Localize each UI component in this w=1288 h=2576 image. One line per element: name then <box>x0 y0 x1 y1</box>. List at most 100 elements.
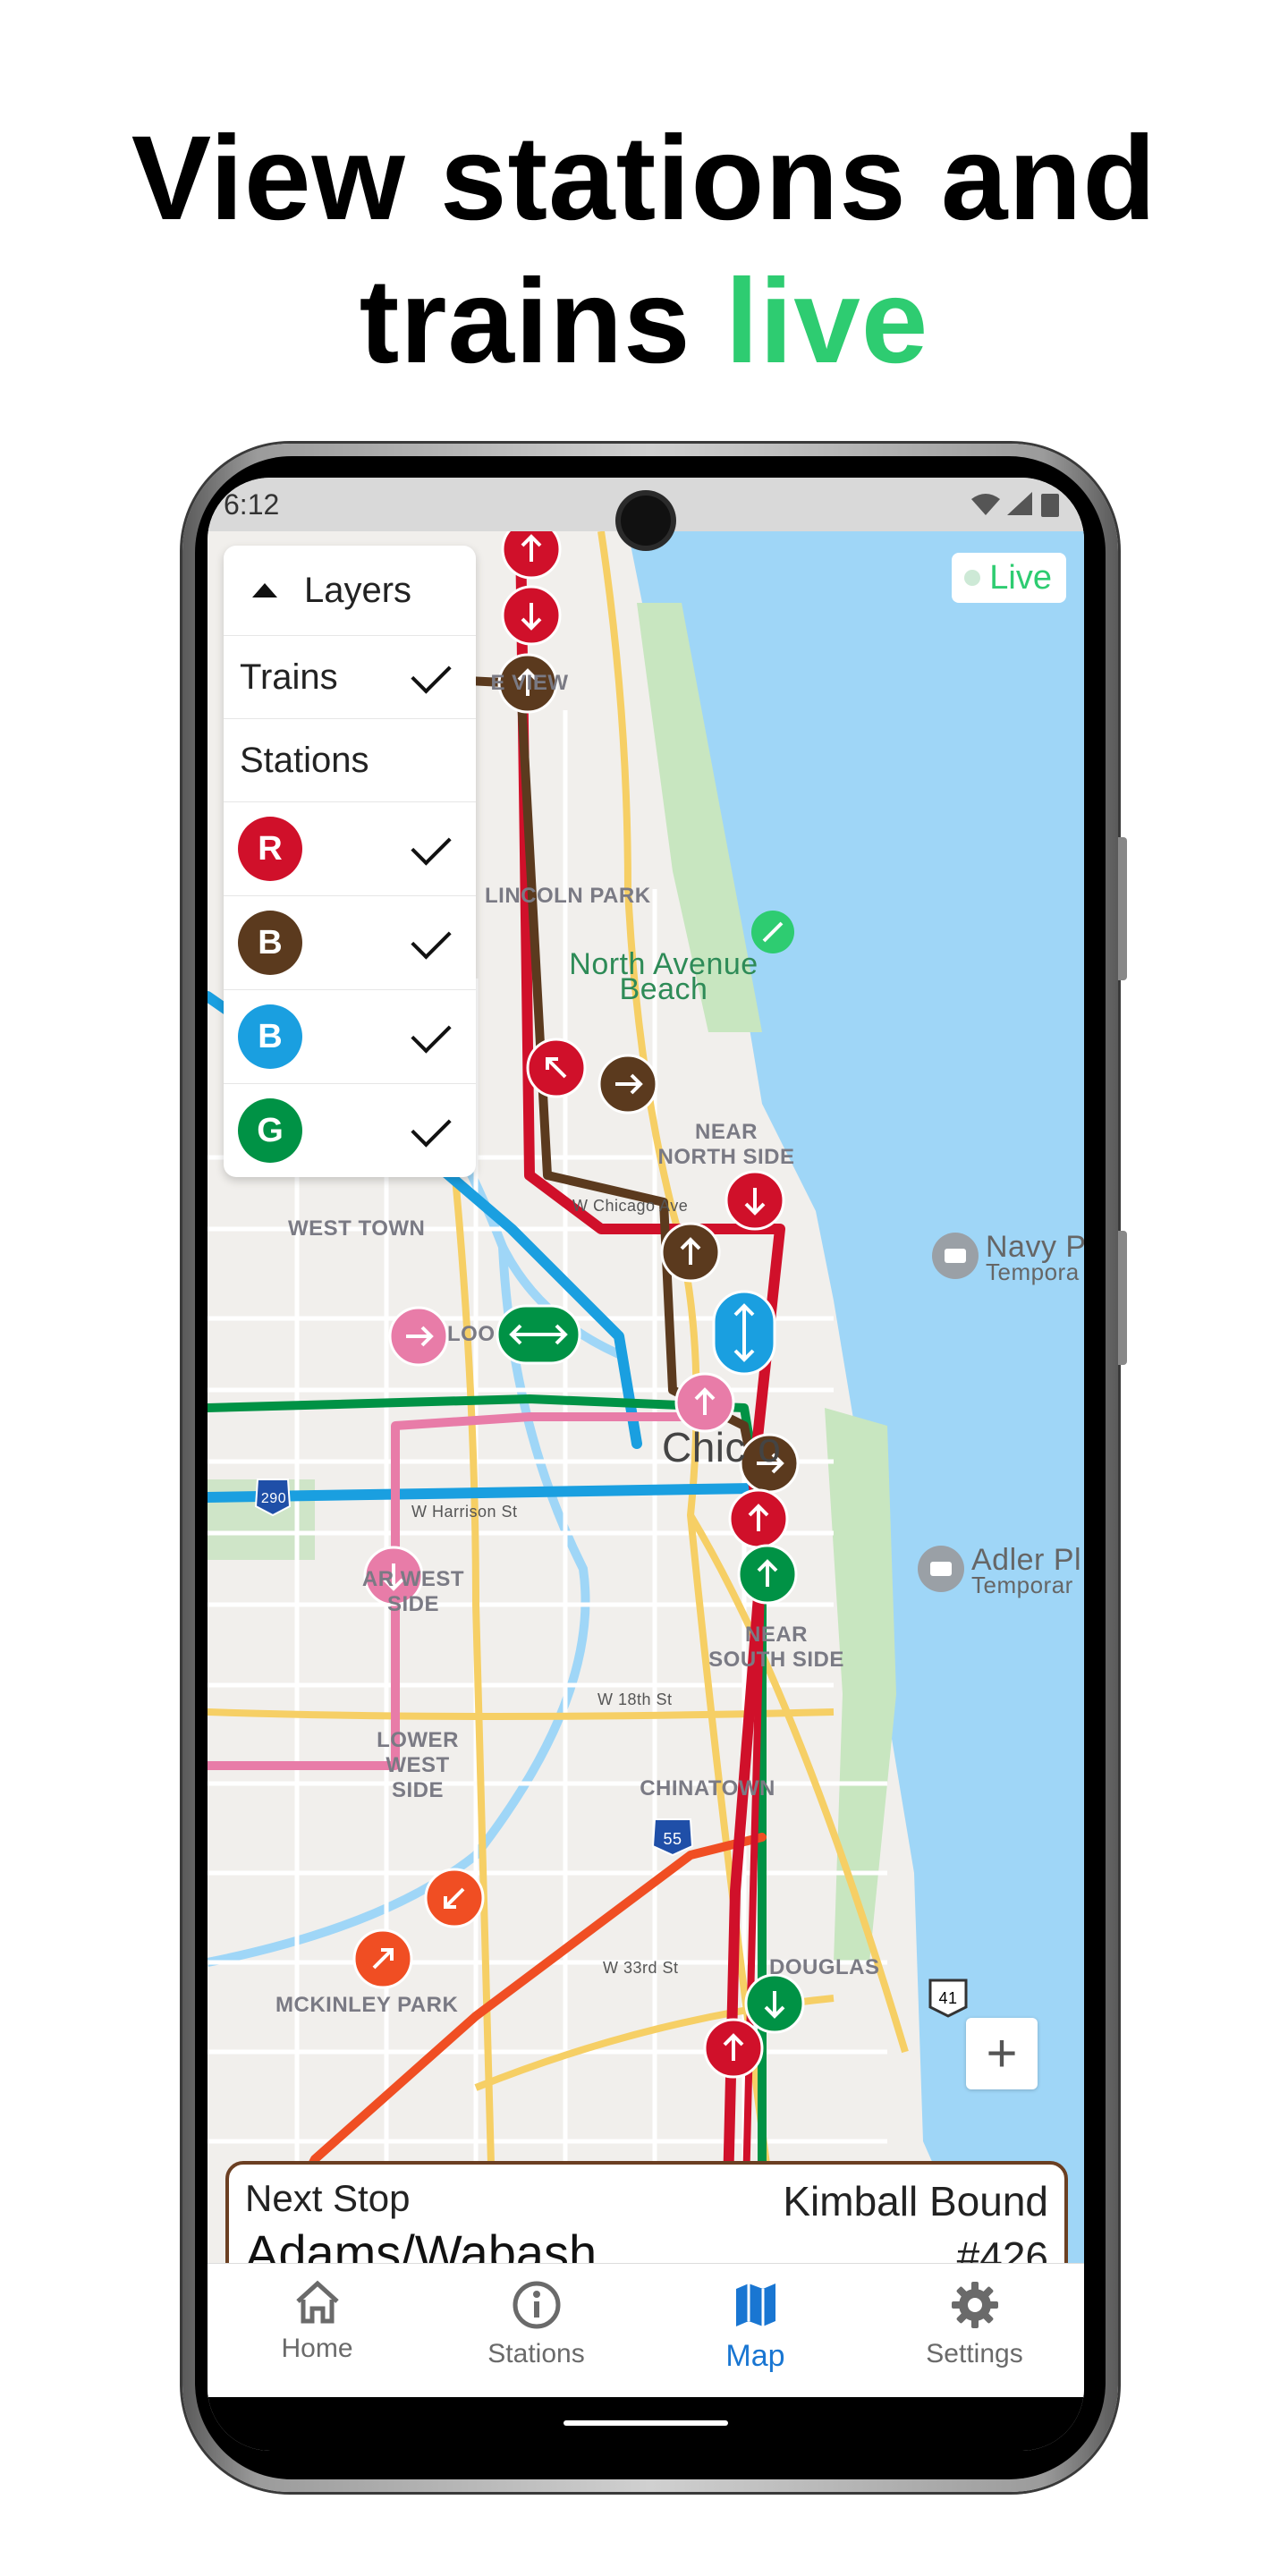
map-label-chicago: Chic o <box>662 1424 782 1470</box>
nav-settings[interactable]: Settings <box>865 2264 1084 2398</box>
zoom-in-button[interactable]: + <box>966 2018 1038 2089</box>
train-marker-green <box>737 1544 798 1605</box>
nav-label: Stations <box>487 2339 585 2368</box>
layer-toggle-trains[interactable]: Trains <box>224 635 476 718</box>
live-label: Live <box>989 559 1052 597</box>
map-label-north-avenue-beach: North Avenue Beach <box>569 947 758 1006</box>
green-line-badge: G <box>238 1098 302 1163</box>
map-label-lincoln-park: LINCOLN PARK <box>485 884 651 908</box>
live-dot-icon <box>964 570 981 586</box>
map-label-w-18th-st: W 18th St <box>597 1690 673 1708</box>
highway-290-label: 290 <box>260 1491 287 1506</box>
phone-screen: 6:12 E VIEW LINCOLN PARK North Avenue Be… <box>208 478 1084 2451</box>
train-marker-blue <box>712 1290 776 1376</box>
highway-55-label: 55 <box>663 1830 682 1848</box>
train-marker-red <box>526 1038 587 1098</box>
nav-label: Home <box>281 2334 353 2363</box>
map-label-w-33rd-st: W 33rd St <box>603 1959 679 1977</box>
bottom-nav: Home Stations Map Settings <box>208 2263 1084 2398</box>
map-label-loop: LOO <box>447 1322 496 1346</box>
next-stop-station: Adams/Wabash <box>245 2224 597 2263</box>
checkmark-icon <box>411 1013 452 1054</box>
train-marker-orange <box>424 1868 485 1928</box>
layer-label: Trains <box>240 657 338 697</box>
next-stop-label: Next Stop <box>245 2177 411 2219</box>
nav-stations[interactable]: Stations <box>427 2264 646 2398</box>
headline-line2-prefix: trains <box>359 255 691 388</box>
train-run-number: #426 <box>956 2233 1048 2263</box>
checkmark-icon <box>411 1106 452 1148</box>
train-marker-brown <box>660 1222 721 1283</box>
battery-icon <box>1041 494 1059 517</box>
nav-label: Settings <box>926 2339 1023 2368</box>
gear-icon <box>951 2282 998 2328</box>
checkmark-icon <box>411 825 452 866</box>
front-camera <box>621 496 671 546</box>
map-label-near-north-side: NEAR NORTH SIDE <box>657 1120 795 1169</box>
camera-pin-icon <box>932 1233 979 1279</box>
line-toggle-blue[interactable]: B <box>224 989 476 1083</box>
train-marker-red <box>724 1170 785 1231</box>
train-marker-pink <box>388 1306 449 1367</box>
checkmark-icon <box>411 653 452 694</box>
train-marker-orange <box>352 1928 413 1989</box>
nav-map[interactable]: Map <box>646 2264 865 2398</box>
map-label-west-town: WEST TOWN <box>288 1216 426 1241</box>
map-label-near-west-side: AR WEST SIDE <box>361 1567 465 1616</box>
train-marker-pink <box>674 1372 735 1433</box>
volume-button <box>1118 837 1127 980</box>
layer-toggle-stations[interactable]: Stations <box>224 718 476 801</box>
collapse-caret-icon <box>252 583 277 597</box>
brown-line-badge: B <box>238 911 302 975</box>
status-icons <box>968 490 1066 526</box>
map-label-chinatown: CHINATOWN <box>640 1776 775 1801</box>
transit-map[interactable]: E VIEW LINCOLN PARK North Avenue Beach N… <box>208 531 1084 2263</box>
highway-41-label: 41 <box>938 1989 958 2007</box>
wifi-icon <box>971 494 1000 515</box>
home-gesture-bar[interactable] <box>564 2420 728 2426</box>
power-button <box>1118 1231 1127 1365</box>
map-label-douglas: DOUGLAS <box>769 1955 880 1979</box>
train-destination: Kimball Bound <box>783 2178 1048 2224</box>
map-label-mckinley-park: MCKINLEY PARK <box>275 1993 459 2017</box>
line-toggle-brown[interactable]: B <box>224 895 476 989</box>
blue-line-badge: B <box>238 1004 302 1069</box>
home-icon <box>295 2280 339 2324</box>
train-marker-red <box>501 585 562 646</box>
layers-header[interactable]: Layers <box>224 546 476 635</box>
map-label-adler: Adler Pl Temporar <box>971 1545 1084 1598</box>
headline-line2: trains live <box>0 250 1288 394</box>
signal-icon <box>1007 492 1032 515</box>
status-time: 6:12 <box>224 488 280 521</box>
nav-home[interactable]: Home <box>208 2264 427 2398</box>
checkmark-icon <box>411 919 452 960</box>
layer-label: Stations <box>240 740 369 780</box>
train-marker-red <box>501 531 562 580</box>
info-icon <box>513 2281 560 2329</box>
adler-status: Temporar <box>971 1572 1073 1598</box>
map-label-w-harrison-st: W Harrison St <box>411 1503 518 1521</box>
line-toggle-green[interactable]: G <box>224 1083 476 1177</box>
train-marker-brown <box>597 1054 658 1114</box>
layers-title: Layers <box>304 570 412 610</box>
line-toggle-red[interactable]: R <box>224 801 476 895</box>
park-area <box>825 1408 896 1962</box>
train-marker-red <box>728 1488 789 1549</box>
layers-panel: Layers Trains Stations R B B G <box>224 546 476 1177</box>
live-badge: Live <box>952 553 1066 603</box>
map-label-lower-west-side: LOWER WEST SIDE <box>377 1728 459 1802</box>
headline-accent: live <box>724 255 929 388</box>
camera-pin-icon <box>918 1546 964 1592</box>
red-line-badge: R <box>238 817 302 881</box>
map-icon <box>735 2284 775 2326</box>
map-label-navy-pier: Navy P Tempora <box>986 1232 1084 1285</box>
train-marker-red <box>703 2018 764 2079</box>
next-stop-card[interactable]: Next Stop Adams/Wabash Kimball Bound #42… <box>225 2161 1068 2263</box>
navy-pier-status: Tempora <box>986 1258 1080 1285</box>
nav-label: Map <box>725 2339 785 2373</box>
map-label-lake-view: E VIEW <box>490 671 569 695</box>
map-label-near-south-side: NEAR SOUTH SIDE <box>708 1623 844 1672</box>
train-marker-green <box>744 1973 805 2034</box>
headline-line1: View stations and <box>131 112 1157 245</box>
map-label-w-chicago-ave: W Chicago Ave <box>572 1197 689 1215</box>
